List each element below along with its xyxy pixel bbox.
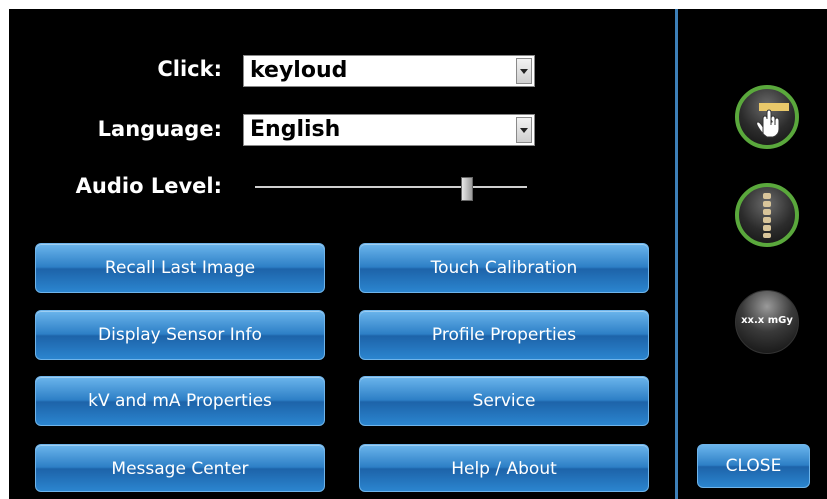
language-select[interactable]: English: [243, 114, 535, 146]
touch-mode-button[interactable]: [735, 85, 799, 149]
chevron-down-icon[interactable]: [516, 58, 532, 84]
help-about-button[interactable]: Help / About: [359, 444, 649, 492]
profile-properties-button[interactable]: Profile Properties: [359, 310, 649, 360]
click-label: Click:: [157, 57, 222, 81]
recall-last-image-button[interactable]: Recall Last Image: [35, 243, 325, 293]
audio-level-slider[interactable]: [255, 186, 527, 188]
display-sensor-info-button[interactable]: Display Sensor Info: [35, 310, 325, 360]
click-sound-value: keyloud: [250, 58, 348, 83]
chevron-down-icon[interactable]: [516, 117, 532, 143]
dose-value-text: xx.x mGy: [741, 315, 793, 326]
audio-level-label: Audio Level:: [75, 174, 222, 198]
hand-pointer-icon: [756, 103, 789, 138]
message-center-button[interactable]: Message Center: [35, 444, 325, 492]
anatomy-select-button[interactable]: [735, 183, 799, 247]
kv-ma-properties-button[interactable]: kV and mA Properties: [35, 376, 325, 426]
dose-display-button[interactable]: xx.x mGy: [735, 290, 799, 354]
language-value: English: [250, 117, 341, 142]
spine-icon: [763, 193, 771, 238]
panel-divider: [675, 9, 678, 499]
language-label: Language:: [97, 117, 222, 141]
close-button[interactable]: CLOSE: [697, 444, 810, 488]
service-button[interactable]: Service: [359, 376, 649, 426]
click-sound-select[interactable]: keyloud: [243, 55, 535, 87]
touch-calibration-button[interactable]: Touch Calibration: [359, 243, 649, 293]
audio-level-slider-thumb[interactable]: [461, 177, 473, 201]
